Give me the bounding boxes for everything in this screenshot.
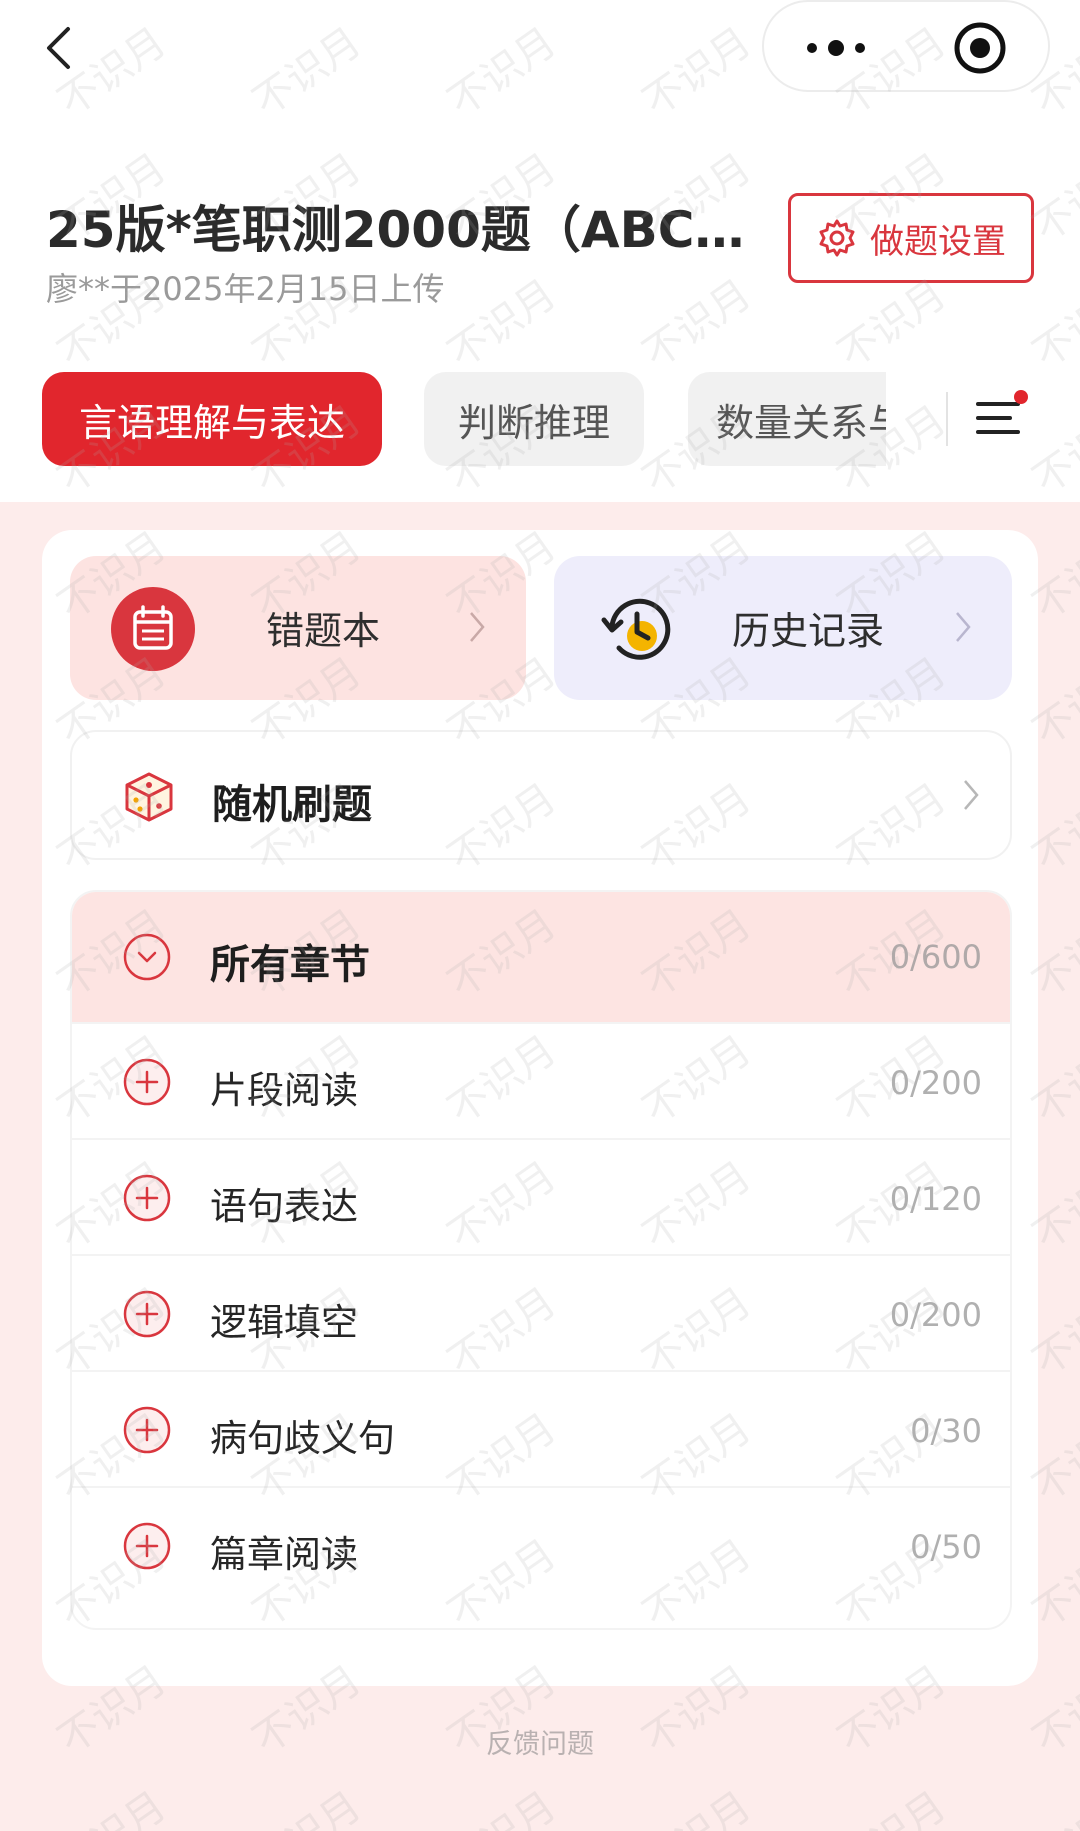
gear-icon — [819, 219, 855, 257]
notebook-icon — [111, 587, 195, 671]
chapter-count: 0/50 — [910, 1528, 982, 1566]
back-button[interactable] — [36, 22, 80, 74]
history-clock-icon — [601, 598, 671, 660]
chapter-label: 篇章阅读 — [210, 1533, 358, 1576]
settings-label: 做题设置 — [870, 221, 1006, 262]
chapter-count: 0/200 — [889, 1296, 982, 1334]
notification-dot — [1014, 390, 1028, 404]
chevron-left-icon — [47, 27, 70, 69]
chevron-right-icon — [956, 612, 971, 642]
top-nav-bar — [0, 0, 1080, 110]
tab-reasoning[interactable]: 判断推理 — [424, 372, 644, 466]
chevron-right-icon — [470, 612, 485, 642]
expand-plus-icon — [123, 1058, 171, 1106]
chapter-label: 逻辑填空 — [210, 1301, 358, 1344]
chapter-label: 片段阅读 — [210, 1069, 358, 1112]
history-label: 历史记录 — [732, 609, 885, 653]
close-mini-program-button[interactable] — [908, 2, 1052, 94]
dice-icon — [125, 772, 173, 822]
chapter-list: 所有章节 0/600 片段阅读 0/200 语句表达 0/120 逻辑填空 0/… — [70, 890, 1012, 1630]
tab-quantitative[interactable]: 数量关系与 — [688, 372, 886, 466]
target-icon — [954, 22, 1006, 74]
chapter-row[interactable]: 病句歧义句 0/30 — [72, 1370, 1010, 1486]
page-title: 25版*笔职测2000题（ABCD… — [46, 201, 766, 259]
random-practice-button[interactable]: 随机刷题 — [70, 730, 1012, 860]
chapter-row[interactable]: 逻辑填空 0/200 — [72, 1254, 1010, 1370]
expand-plus-icon — [123, 1522, 171, 1570]
chevron-right-icon — [964, 780, 979, 810]
feedback-link[interactable]: 反馈问题 — [0, 1722, 1080, 1761]
chapter-count: 0/200 — [889, 1064, 982, 1102]
upload-info: 廖**于2025年2月15日上传 — [46, 270, 445, 308]
chapter-label: 病句歧义句 — [210, 1417, 395, 1460]
collapse-circle-icon — [123, 933, 171, 981]
all-chapters-header[interactable]: 所有章节 0/600 — [72, 892, 1010, 1022]
question-settings-button[interactable]: 做题设置 — [788, 193, 1034, 283]
all-chapters-count: 0/600 — [889, 938, 982, 976]
watermark-text: 不识月 — [439, 271, 565, 378]
chapter-count: 0/120 — [889, 1180, 982, 1218]
more-dots-icon — [807, 40, 865, 56]
mini-program-capsule — [762, 0, 1050, 92]
wrong-book-label: 错题本 — [266, 609, 381, 653]
chapter-count: 0/30 — [910, 1412, 982, 1450]
chapter-row[interactable]: 篇章阅读 0/50 — [72, 1486, 1010, 1602]
chapter-row[interactable]: 语句表达 0/120 — [72, 1138, 1010, 1254]
history-button[interactable]: 历史记录 — [554, 556, 1012, 700]
category-tabs: 言语理解与表达 判断推理 数量关系与 — [0, 372, 1080, 468]
more-button[interactable] — [764, 2, 908, 94]
expand-plus-icon — [123, 1174, 171, 1222]
random-practice-label: 随机刷题 — [212, 782, 372, 828]
expand-plus-icon — [123, 1406, 171, 1454]
expand-plus-icon — [123, 1290, 171, 1338]
watermark-text: 不识月 — [634, 271, 760, 378]
main-card: 错题本 历史记录 随机刷题 所有章节 0/600 片段阅读 0/200 语句表达… — [42, 530, 1038, 1686]
all-chapters-label: 所有章节 — [210, 942, 370, 988]
tab-verbal[interactable]: 言语理解与表达 — [42, 372, 382, 466]
chapter-label: 语句表达 — [210, 1185, 358, 1228]
tab-divider — [946, 392, 948, 446]
category-menu-button[interactable] — [968, 386, 1032, 450]
wrong-book-button[interactable]: 错题本 — [70, 556, 526, 700]
chapter-row[interactable]: 片段阅读 0/200 — [72, 1022, 1010, 1138]
